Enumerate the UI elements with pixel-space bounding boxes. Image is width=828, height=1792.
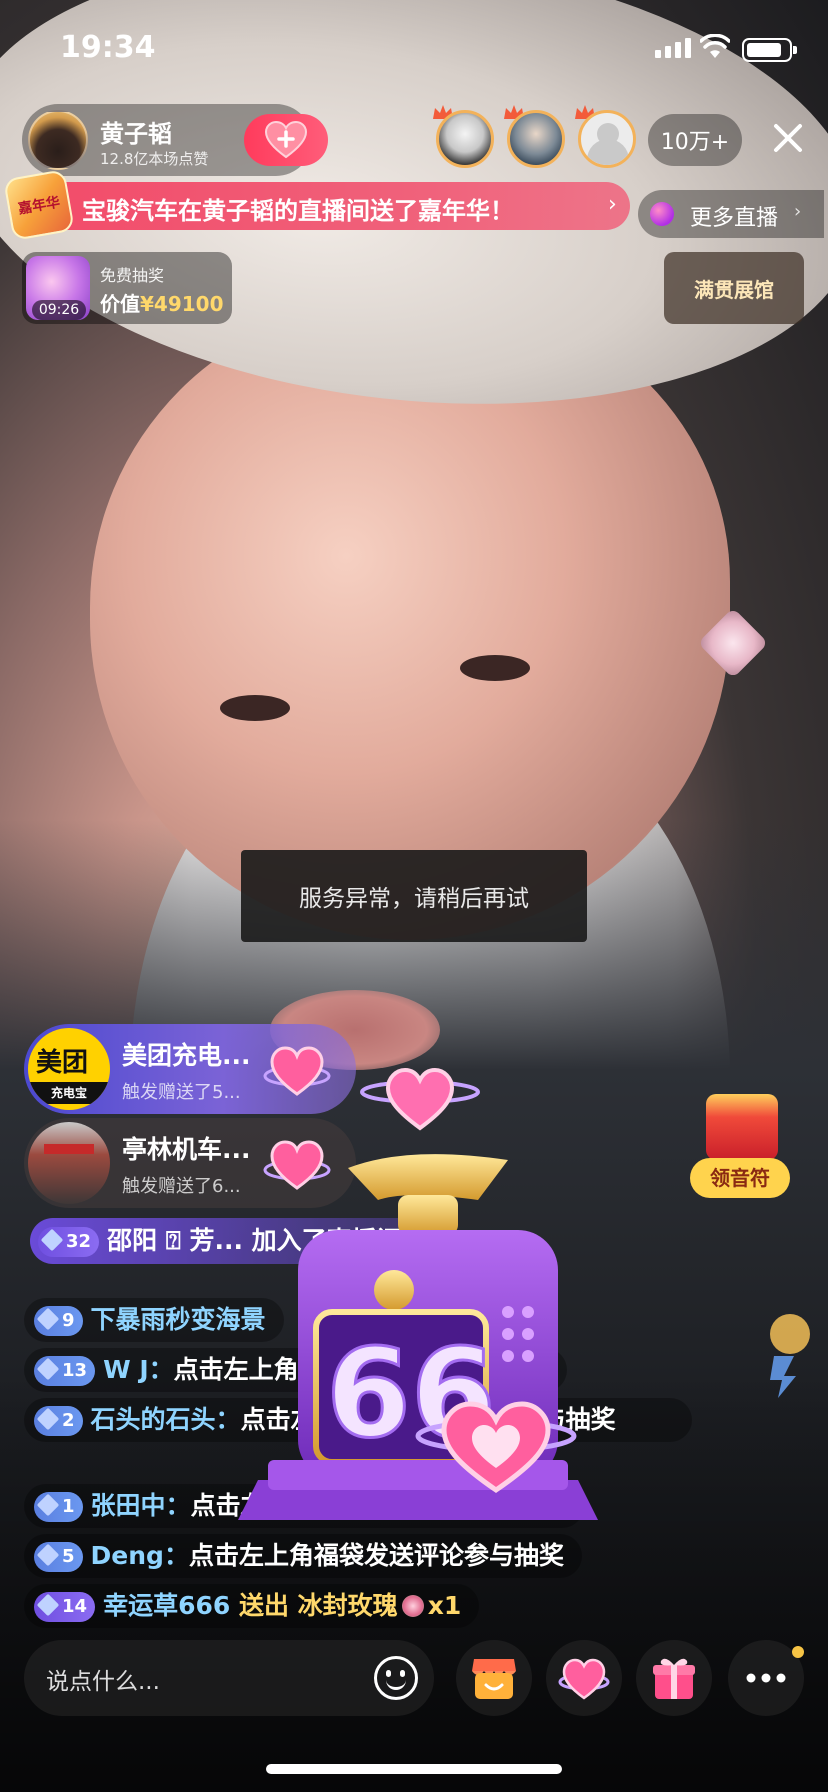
banner-text: 宝骏汽车在黄子韬的直播间送了嘉年华！ [82, 197, 514, 225]
chat-separator: ： [148, 1355, 174, 1384]
level-number: 9 [62, 1310, 75, 1331]
emoji-icon[interactable] [374, 1656, 418, 1700]
gift-button[interactable] [636, 1640, 712, 1716]
chevron-right-icon: › [794, 201, 802, 222]
level-number: 13 [62, 1360, 88, 1381]
viewer-avatar-2[interactable] [507, 110, 565, 168]
user-level-badge: 32 [38, 1227, 100, 1257]
shop-icon [472, 1659, 516, 1699]
viewer-count[interactable]: 10万+ [648, 114, 742, 166]
lucky-bag-card[interactable]: 09:26 免费抽奖 价值¥49100 [22, 252, 232, 324]
planet-icon [650, 202, 674, 226]
level-number: 32 [66, 1231, 92, 1252]
gift-sender-name: 亭林机车... [122, 1135, 251, 1164]
user-level-badge: 1 [34, 1492, 83, 1522]
chat-separator [230, 1591, 239, 1620]
follow-button[interactable] [244, 114, 328, 166]
logo-sub-text: 充电宝 [28, 1082, 110, 1104]
video-eye-right [460, 655, 530, 681]
chevron-right-icon: › [608, 192, 617, 217]
host-avatar[interactable] [28, 110, 88, 170]
chat-separator: ： [165, 1491, 191, 1520]
gift-banner[interactable]: 嘉年华 宝骏汽车在黄子韬的直播间送了嘉年华！ › [3, 169, 630, 241]
cellular-signal-icon [655, 38, 691, 58]
more-live-label: 更多直播 [690, 206, 779, 231]
lottery-value: 价值¥49100 [100, 288, 224, 317]
host-likes: 12.8亿本场点赞 [100, 150, 209, 168]
more-live-button[interactable]: 更多直播 › [638, 190, 824, 238]
viewer-avatar-1[interactable] [436, 110, 494, 168]
chat-separator: ： [215, 1405, 241, 1434]
chat-message[interactable]: 5 Deng：点击左上角福袋发送评论参与抽奖 [24, 1534, 582, 1578]
chat-separator: ： [163, 1541, 189, 1570]
red-packet-button[interactable]: 领音符 [690, 1094, 790, 1204]
carnival-badge: 嘉年华 [3, 169, 75, 241]
reaction-emoji-icon[interactable] [760, 1310, 810, 1400]
host-info[interactable]: 黄子韬 12.8亿本场点赞 [22, 104, 328, 176]
bottom-bar: 说点什么... [0, 1630, 828, 1740]
meituan-logo: 美团 充电宝 [28, 1028, 110, 1110]
user-level-badge: 5 [34, 1542, 83, 1572]
lottery-timer: 09:26 [32, 300, 86, 320]
more-dots-icon [746, 1673, 786, 1683]
lottery-price: ¥49100 [140, 292, 224, 316]
user-level-badge: 13 [34, 1356, 96, 1386]
chat-nickname[interactable]: 石头的石头 [91, 1405, 216, 1434]
viewer-avatar-3[interactable] [578, 110, 636, 168]
heart-icon [558, 1658, 610, 1700]
gift-description: 触发赠送了6... [122, 1176, 241, 1197]
notification-dot [792, 1646, 804, 1658]
shop-button[interactable] [456, 1640, 532, 1716]
chat-body: 点击左上角福袋发送评论参与抽奖 [188, 1541, 564, 1570]
gift-box-icon [653, 1658, 695, 1699]
red-packet-label: 领音符 [690, 1158, 790, 1198]
level-number: 2 [62, 1410, 75, 1431]
logo-main-text: 美团 [36, 1048, 89, 1078]
shop-avatar [28, 1122, 110, 1204]
chat-nickname[interactable]: W J [103, 1355, 149, 1384]
chat-message[interactable]: 14 幸运草666 送出 冰封玫瑰 x1 [24, 1584, 480, 1628]
gift-sender-name: 美团充电... [122, 1041, 251, 1070]
user-level-badge: 14 [34, 1592, 96, 1622]
status-bar: 19:34 [0, 0, 828, 100]
battery-icon [742, 38, 797, 62]
comment-placeholder: 说点什么... [46, 1669, 160, 1695]
home-indicator[interactable] [266, 1764, 562, 1774]
comment-input[interactable]: 说点什么... [24, 1640, 434, 1716]
gift-description: 触发赠送了5... [122, 1082, 241, 1103]
level-number: 1 [62, 1496, 75, 1517]
showroom-button[interactable]: 满贯展馆 [664, 252, 804, 324]
host-name: 黄子韬 [100, 120, 172, 148]
rose-icon [401, 1595, 424, 1617]
lottery-title: 免费抽奖 [100, 266, 165, 285]
close-icon[interactable] [770, 120, 806, 156]
chat-nickname[interactable]: 张田中 [91, 1491, 166, 1520]
wifi-icon [700, 34, 730, 58]
status-time: 19:34 [60, 30, 156, 65]
user-level-badge: 2 [34, 1406, 83, 1436]
user-level-badge: 9 [34, 1306, 83, 1336]
toast-text: 服务异常，请稍后再试 [299, 886, 529, 912]
level-number: 5 [62, 1546, 75, 1567]
chat-nickname[interactable]: 幸运草666 [103, 1591, 230, 1620]
chat-body: 送出 冰封玫瑰 [238, 1591, 398, 1620]
chat-nickname[interactable]: Deng [91, 1541, 164, 1570]
like-button[interactable] [546, 1640, 622, 1716]
heart-plus-icon [264, 121, 308, 159]
gift-machine-animation: 66 [238, 1067, 598, 1520]
showroom-label: 满贯展馆 [694, 277, 774, 302]
video-eye-left [220, 695, 290, 721]
level-number: 14 [62, 1596, 88, 1617]
gift-quantity: x1 [427, 1591, 462, 1620]
lottery-value-prefix: 价值 [100, 292, 140, 316]
red-packet-icon [706, 1094, 778, 1160]
error-toast: 服务异常，请稍后再试 [241, 850, 587, 942]
